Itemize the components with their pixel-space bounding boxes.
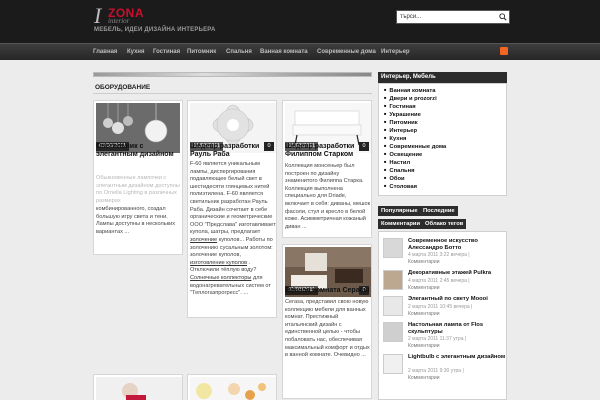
tab-comments[interactable]: Комментарии <box>378 219 424 229</box>
recent-date: 2 марта 2011 11:37 утра | <box>408 336 467 342</box>
section-title: ОБОРУДОВАНИЕ <box>95 84 151 91</box>
post-excerpt: комбинированного, создал большую игру св… <box>96 206 176 235</box>
post-excerpt-faded: Обыкновенные лампочки с элегантным дизай… <box>96 175 180 204</box>
nav-item-bedroom[interactable]: Спальня <box>226 49 252 55</box>
site-tagline: МЕБЕЛЬ, ИДЕИ ДИЗАЙНА ИНТЕРЬЕРА <box>94 27 216 33</box>
post-thumbnail[interactable] <box>96 377 182 400</box>
list-item[interactable]: Современное искусство Алессандро Ботто 4… <box>383 238 505 268</box>
category-item[interactable]: Настил <box>384 160 410 166</box>
post-excerpt: F-60 является уникальным лампы, дисперги… <box>190 161 276 298</box>
post-thumbnail[interactable] <box>190 377 276 400</box>
tab-popular[interactable]: Популярные <box>378 206 421 216</box>
nav-item-modern-homes[interactable]: Современные дома <box>317 49 376 55</box>
post-card[interactable]: 01/03/2011 0 Шедевр разработки Рауль Раб… <box>187 100 277 318</box>
category-item[interactable]: Освещение <box>384 152 422 158</box>
tab-tag-cloud[interactable]: Облако тегов <box>422 219 467 229</box>
tab-recent[interactable]: Последние <box>420 206 458 216</box>
recent-date: 2 марта 2011 10:45 вечера | <box>408 304 473 310</box>
category-item[interactable]: Двери и prozorzi <box>384 96 436 102</box>
nav-item-nursery[interactable]: Питомник <box>187 49 216 55</box>
recent-comments-link[interactable]: Комментарии <box>408 311 440 317</box>
post-title[interactable]: Ванная комната Серасы <box>285 287 371 295</box>
recent-thumbnail[interactable] <box>383 238 403 258</box>
recent-date: 2 марта 2011 9:30 утра | <box>408 368 464 374</box>
recent-comments-link[interactable]: Комментарии <box>408 285 440 291</box>
post-title[interactable]: Шедевр разработки Рауль Раба <box>190 143 276 159</box>
category-item[interactable]: Интерьер <box>384 128 417 134</box>
nav-item-interior[interactable]: Интерьер <box>381 49 410 55</box>
category-item[interactable]: Современные дома <box>384 144 446 150</box>
recent-date: 4 марта 2011 3:22 вечера | <box>408 252 470 258</box>
category-item[interactable]: Кухня <box>384 136 406 142</box>
post-title[interactable]: Светильник с элегантным дизайном <box>96 143 180 159</box>
post-card[interactable] <box>93 374 183 400</box>
site-header: I ZONA interior МЕБЕЛЬ, ИДЕИ ДИЗАЙНА ИНТ… <box>0 0 600 43</box>
search-icon[interactable] <box>499 13 507 21</box>
gilding-link[interactable]: золочение <box>190 237 217 243</box>
recent-comments-link[interactable]: Комментарии <box>408 259 440 265</box>
recent-title[interactable]: Современное искусство Алессандро Ботто <box>408 238 508 252</box>
recent-thumbnail[interactable] <box>383 354 403 374</box>
divider <box>93 93 372 94</box>
category-item[interactable]: Столовая <box>384 184 417 190</box>
recent-title[interactable]: Настольная лампа от Flos скульптуры <box>408 322 508 336</box>
post-excerpt: Коллекция монсеньер был построен по диза… <box>285 163 371 230</box>
featured-slider[interactable] <box>93 72 372 77</box>
recent-thumbnail[interactable] <box>383 322 403 342</box>
recent-title[interactable]: Элегантный по свету Moooi <box>408 296 508 303</box>
category-item[interactable]: Обои <box>384 176 404 182</box>
category-item[interactable]: Украшение <box>384 112 420 118</box>
sidebar: Интерьер, Мебель Ванная комната Двери и … <box>378 72 508 400</box>
logo-sub: interior <box>108 17 130 25</box>
post-card[interactable]: 01/03/2011 0 Ванная комната Серасы Ceras… <box>282 244 372 399</box>
list-item[interactable]: Настольная лампа от Flos скульптуры 2 ма… <box>383 322 505 352</box>
search-input[interactable] <box>400 12 496 22</box>
recent-date: 4 марта 2011 2:45 вечера | <box>408 278 470 284</box>
solar-collectors-link[interactable]: Солнечные коллекторы <box>190 275 251 281</box>
recent-comments-link[interactable]: Комментарии <box>408 375 440 381</box>
main-content: ОБОРУДОВАНИЕ 03/03/2011 Светильник с эле… <box>93 72 372 400</box>
nav-item-home[interactable]: Главная <box>93 49 117 55</box>
post-title[interactable]: Шедевр разработки Филиппом Старком <box>285 143 371 159</box>
post-card[interactable]: 01/03/2011 0 Шедевр разработки Филиппом … <box>282 100 372 238</box>
nav-item-living[interactable]: Гостиная <box>153 49 180 55</box>
excerpt-text: F-60 является уникальным лампы, дисперги… <box>190 161 276 236</box>
search-box <box>396 10 510 24</box>
recent-posts-list: Современное искусство Алессандро Ботто 4… <box>378 231 507 400</box>
rss-icon[interactable] <box>500 47 508 55</box>
nav-item-kitchen[interactable]: Кухня <box>127 49 145 55</box>
post-card[interactable]: 03/03/2011 Светильник с элегантным дизай… <box>93 100 183 255</box>
category-item[interactable]: Ванная комната <box>384 88 435 94</box>
logo-letter[interactable]: I <box>94 5 101 27</box>
post-card[interactable] <box>187 374 277 400</box>
domes-link[interactable]: изготовление куполов <box>190 260 247 266</box>
categories-title: Интерьер, Мебель <box>378 72 507 83</box>
nav-item-bathroom[interactable]: Ванная комната <box>260 49 308 55</box>
category-item[interactable]: Гостиная <box>384 104 415 110</box>
recent-title[interactable]: Декоративные этажей Pulkra <box>408 270 508 277</box>
post-excerpt: Cerasa, представил свою новую коллекцию … <box>285 299 370 359</box>
list-item[interactable]: Lightbulb с элегантным дизайном 2 марта … <box>383 354 505 384</box>
recent-comments-link[interactable]: Комментарии <box>408 343 440 349</box>
recent-title[interactable]: Lightbulb с элегантным дизайном <box>408 354 508 361</box>
categories-list: Ванная комната Двери и prozorzi Гостиная… <box>378 83 507 196</box>
recent-thumbnail[interactable] <box>383 270 403 290</box>
category-item[interactable]: Спальня <box>384 168 414 174</box>
recent-thumbnail[interactable] <box>383 296 403 316</box>
main-nav: Главная Кухня Гостиная Питомник Спальня … <box>0 43 600 60</box>
category-item[interactable]: Питомник <box>384 120 417 126</box>
